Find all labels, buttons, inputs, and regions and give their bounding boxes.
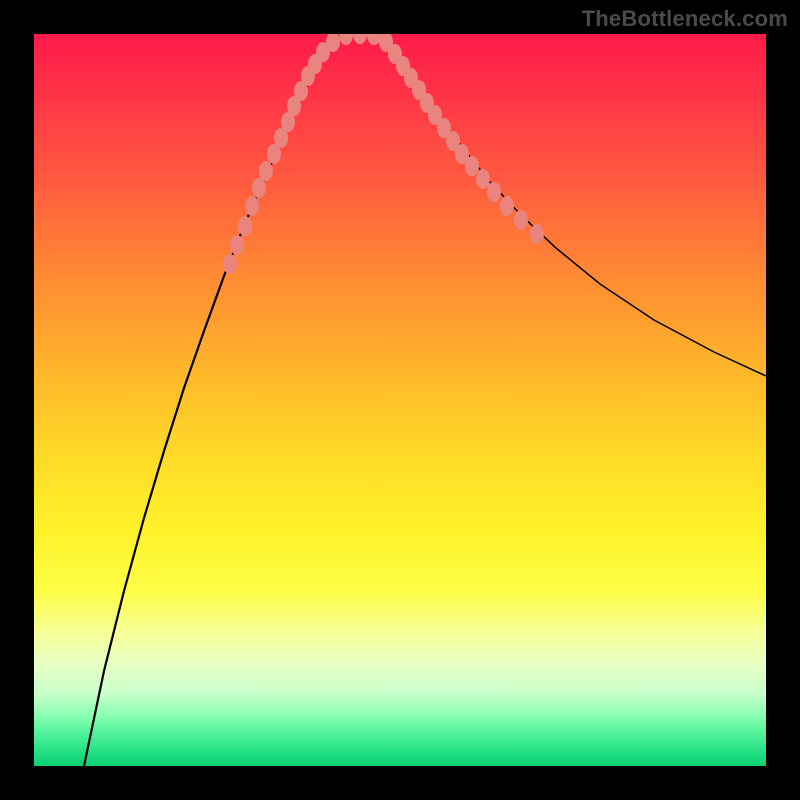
right-marker [530, 224, 544, 244]
right-curve-path [382, 38, 766, 376]
right-marker [476, 169, 490, 189]
left-marker [230, 235, 244, 255]
left-marker [238, 216, 252, 236]
curve-layer [84, 34, 766, 766]
right-marker [487, 182, 501, 202]
chart-svg [34, 34, 766, 766]
valley-marker [353, 34, 367, 44]
left-marker [223, 254, 237, 274]
left-marker [259, 161, 273, 181]
valley-marker [339, 34, 353, 45]
marker-layer [223, 34, 544, 274]
plot-area [34, 34, 766, 766]
left-marker [245, 196, 259, 216]
left-marker [252, 178, 266, 198]
right-marker [500, 196, 514, 216]
valley-marker [367, 34, 381, 45]
right-marker [465, 156, 479, 176]
chart-frame: TheBottleneck.com [0, 0, 800, 800]
left-curve-path [84, 38, 336, 766]
watermark-text: TheBottleneck.com [582, 6, 788, 32]
right-marker [514, 210, 528, 230]
